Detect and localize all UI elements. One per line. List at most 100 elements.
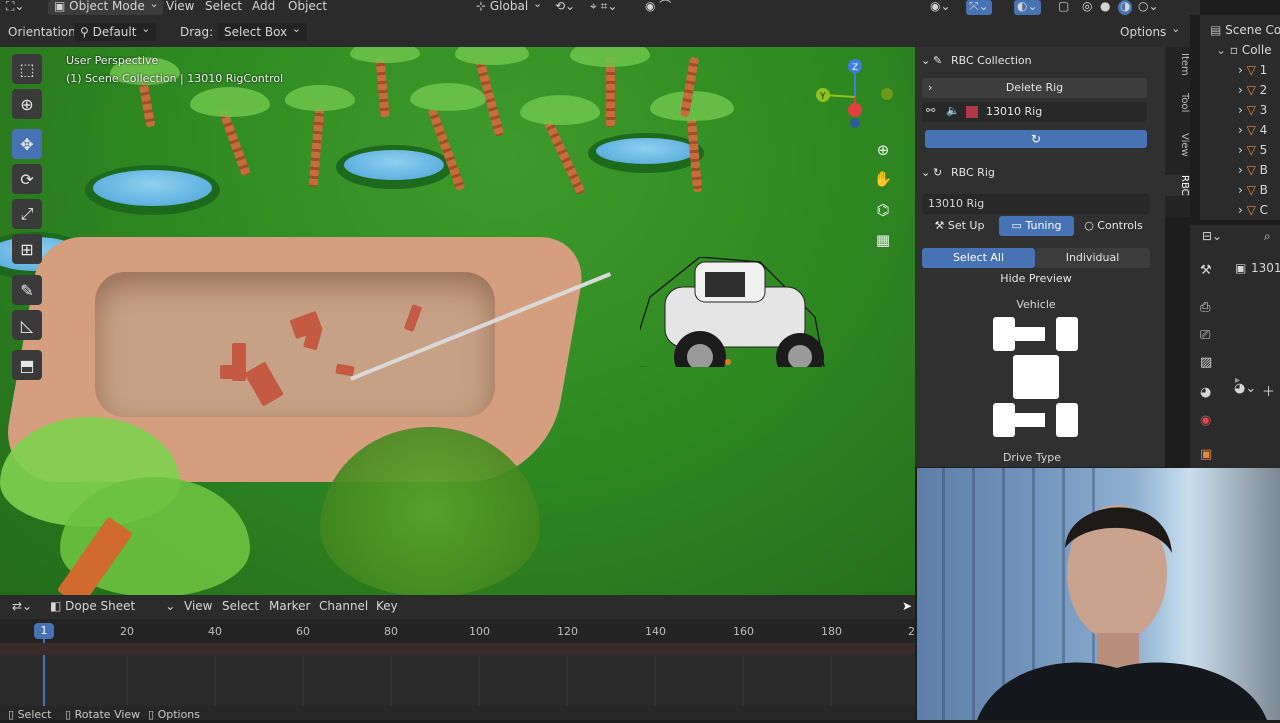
outliner-item[interactable]: › ▽ C [1238, 200, 1268, 220]
tab-tuning[interactable]: ▭ Tuning [999, 216, 1074, 236]
view-layer-props-icon[interactable]: ▨ [1200, 355, 1212, 370]
zoom-icon[interactable]: ⊕ [872, 139, 894, 161]
menu-add[interactable]: Add [252, 0, 275, 15]
mode-dropdown[interactable]: ▣ Object Mode [48, 0, 163, 15]
block-object [220, 365, 238, 379]
tab-set-up[interactable]: ⚒ Set Up [922, 216, 997, 236]
rig-name-field[interactable]: 13010 Rig [986, 105, 1042, 118]
delete-rig-label: Delete Rig [1005, 81, 1064, 94]
cursor-tool-icon[interactable]: ⊕ [12, 89, 42, 119]
color-swatch[interactable] [966, 106, 978, 118]
timeline-menu-key[interactable]: Key [376, 599, 398, 613]
wheel-front-left[interactable] [993, 317, 1015, 351]
orientation-dropdown[interactable]: ⚲ Default [74, 20, 157, 41]
wheel-rear-left[interactable] [993, 403, 1015, 437]
summary-channel[interactable] [0, 643, 915, 655]
menu-select[interactable]: Select [205, 0, 242, 15]
shading-solid-icon[interactable]: ● [1100, 0, 1110, 15]
scale-tool-icon[interactable]: ⤢ [12, 199, 42, 229]
render-props-icon[interactable]: ⎙ [1200, 300, 1210, 315]
rotate-tool-icon[interactable]: ⟳ [12, 164, 42, 194]
outliner-item[interactable]: › ▽ 4 [1238, 120, 1267, 140]
timeline-menu-view[interactable]: View [184, 599, 212, 613]
vehicle-body-block[interactable] [1013, 355, 1059, 399]
visibility-icon[interactable]: ◉⌄ [930, 0, 951, 15]
drag-dropdown[interactable]: Select Box [218, 20, 308, 41]
add-icon[interactable]: ＋ [1262, 381, 1275, 400]
object-props-icon[interactable]: ▣ [1200, 447, 1212, 462]
move-tool-icon[interactable]: ✥ [12, 129, 42, 159]
scene-props-icon[interactable]: ◕ [1200, 385, 1211, 400]
cursor-icon[interactable]: ➤ [902, 599, 912, 613]
xray-icon[interactable]: ▢ [1058, 0, 1069, 15]
frame-tick: 80 [384, 625, 398, 638]
select-all-button[interactable]: Select All [922, 248, 1035, 268]
add-cube-tool-icon[interactable]: ⬒ [12, 350, 42, 380]
outliner-item[interactable]: › ▽ B [1238, 180, 1268, 200]
delete-rig-button[interactable]: › Delete Rig [922, 78, 1147, 98]
outliner-item[interactable]: › ▽ 2 [1238, 80, 1267, 100]
tab-tool[interactable]: Tool [1165, 93, 1190, 112]
hide-preview-button[interactable]: Hide Preview [922, 269, 1150, 289]
3d-viewport[interactable]: User Perspective (1) Scene Collection | … [0, 47, 915, 595]
camera-view-icon[interactable]: ⌬ [872, 199, 894, 221]
tab-view[interactable]: View [1165, 133, 1190, 157]
tab-controls[interactable]: ○ Controls [1076, 216, 1151, 236]
speaker-icon[interactable]: 🔈 [946, 104, 960, 117]
timeline-menu-select[interactable]: Select [222, 599, 259, 613]
measure-tool-icon[interactable]: ◺ [12, 310, 42, 340]
shading-material-icon[interactable]: ◑ [1118, 0, 1133, 15]
tool-props-icon[interactable]: ⚒ [1200, 263, 1212, 278]
link-icon[interactable]: ⚯ [926, 104, 935, 117]
timeline-menu-marker[interactable]: Marker [269, 599, 310, 613]
properties-object-name[interactable]: 1301 [1251, 261, 1280, 275]
tab-item[interactable]: Item [1165, 53, 1190, 76]
refresh-button[interactable]: ↻ [925, 130, 1147, 148]
outliner-item[interactable]: › ▽ B [1238, 160, 1268, 180]
timeline-area[interactable]: 1 20 40 60 80 100 120 140 160 180 2 [0, 619, 915, 706]
collection-row[interactable]: ⌄ ▫ Colle [1216, 40, 1272, 60]
outliner-item[interactable]: › ▽ 3 [1238, 100, 1267, 120]
rig-name-input[interactable]: 13010 Rig [922, 194, 1150, 214]
scene-collection-row[interactable]: ▤ Scene Co [1210, 20, 1280, 40]
timeline-menu-channel[interactable]: Channel [319, 599, 368, 613]
annotate-tool-icon[interactable]: ✎ [12, 275, 42, 305]
outliner-item[interactable]: › ▽ 5 [1238, 140, 1267, 160]
material-preview-icon[interactable]: ◕⌄ [1234, 381, 1256, 396]
select-box-tool-icon[interactable]: ⬚ [12, 54, 42, 84]
shading-wireframe-icon[interactable]: ◎ [1082, 0, 1092, 15]
vehicle-rig[interactable] [640, 257, 830, 367]
navigation-gizmo[interactable]: Z Y [812, 57, 902, 132]
options-dropdown[interactable]: Options [1114, 20, 1187, 41]
editor-type-icon[interactable]: ⛶⌄ [6, 0, 24, 15]
snap-icon[interactable]: ⌖ ⌗⌄ [590, 0, 617, 15]
tab-rbc[interactable]: RBC [1165, 175, 1190, 196]
search-icon[interactable]: ⌕ [1264, 229, 1271, 244]
mouse-middle-icon: ▯ [65, 708, 75, 721]
dope-sheet-dropdown[interactable]: ◧ Dope Sheet ⌄ [50, 599, 175, 613]
grid-view-icon[interactable]: ▦ [872, 229, 894, 251]
wheel-front-right[interactable] [1056, 317, 1078, 351]
current-frame-indicator[interactable]: 1 [34, 623, 54, 639]
frame-ruler[interactable] [0, 619, 915, 643]
world-props-icon[interactable]: ◉ [1200, 413, 1211, 428]
shading-rendered-icon[interactable]: ○⌄ [1138, 0, 1159, 15]
timeline-editor-type-icon[interactable]: ⇄⌄ [12, 599, 32, 613]
wheel-rear-right[interactable] [1056, 403, 1078, 437]
outliner-item[interactable]: › ▽ 1 [1238, 60, 1267, 80]
pivot-icon[interactable]: ⟲⌄ [555, 0, 575, 15]
transform-tool-icon[interactable]: ⊞ [12, 234, 42, 264]
overlay-toggle-icon[interactable]: ◐⌄ [1014, 0, 1041, 15]
menu-view[interactable]: View [166, 0, 194, 15]
individual-button[interactable]: Individual [1035, 248, 1150, 268]
rbc-collection-header[interactable]: ⌄ ✎ RBC Collection [915, 49, 1152, 73]
axle-front [1015, 327, 1045, 341]
proportional-edit-icon[interactable]: ◉ ⌒ [645, 0, 671, 15]
pan-hand-icon[interactable]: ✋ [872, 168, 894, 190]
gizmo-toggle-icon[interactable]: ⤧⌄ [966, 0, 992, 15]
orientation-global-dropdown[interactable]: ⊹ Global [470, 0, 546, 15]
menu-object[interactable]: Object [288, 0, 327, 15]
properties-editor-type-icon[interactable]: ⊟⌄ [1202, 229, 1222, 243]
rbc-rig-header[interactable]: ⌄ ↻ RBC Rig [915, 161, 1152, 185]
output-props-icon[interactable]: ⎚ [1200, 328, 1210, 343]
